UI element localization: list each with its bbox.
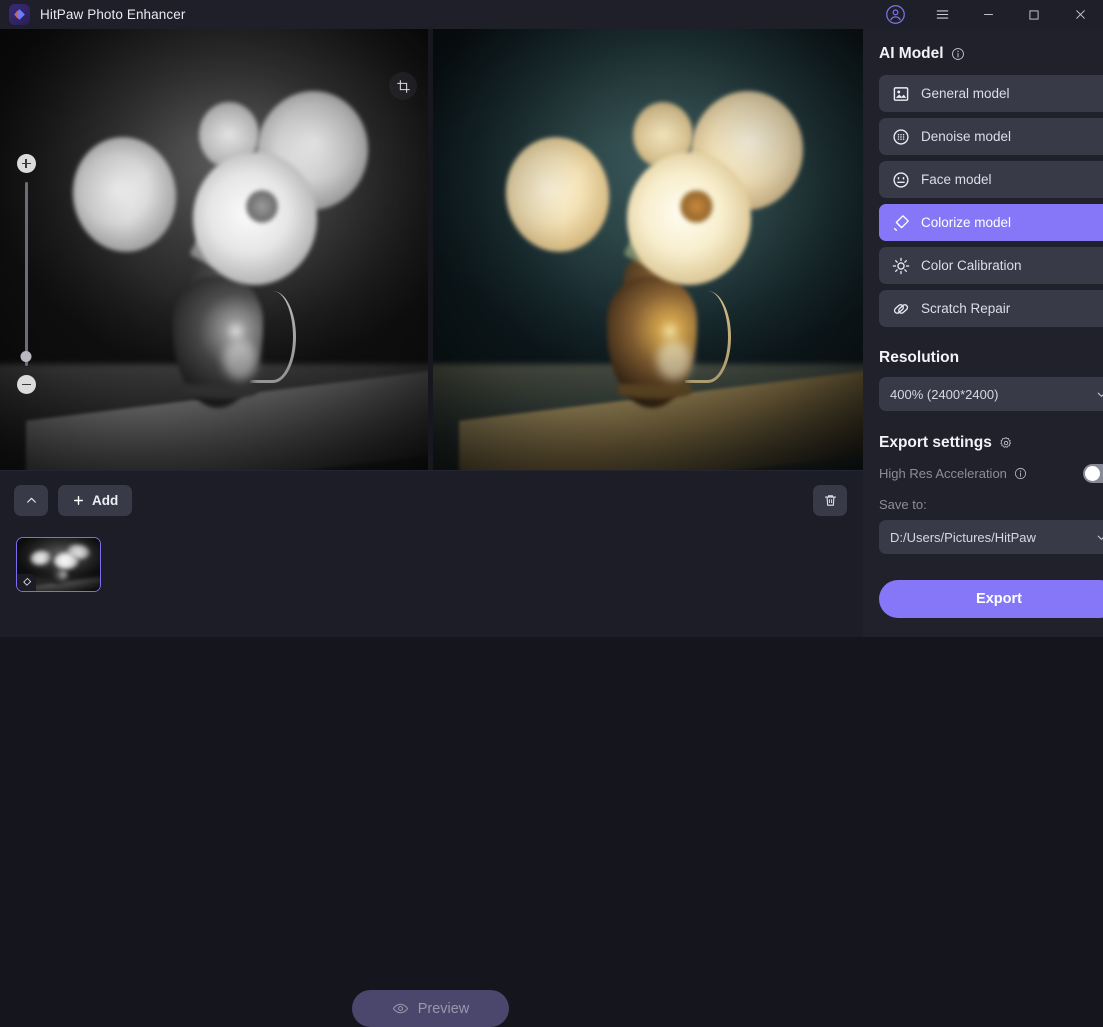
gear-icon[interactable]: [999, 436, 1013, 450]
original-image-pane[interactable]: [0, 29, 428, 470]
export-button-label: Export: [976, 591, 1022, 607]
bottom-toolbar: Add Preview: [0, 470, 863, 1027]
result-image-pane[interactable]: [433, 29, 863, 470]
preview-button[interactable]: Preview: [352, 990, 509, 1027]
resolution-heading: Resolution: [879, 349, 1103, 367]
chevron-up-icon[interactable]: [14, 485, 48, 516]
app-window: HitPaw Photo Enhancer Add Preview AI Mod…: [0, 0, 1103, 1027]
export-button[interactable]: Export: [879, 580, 1103, 618]
colorize-icon: [891, 213, 910, 232]
main-body: Add Preview AI Model General model Denoi…: [0, 29, 1103, 1027]
export-settings-heading: Export settings: [879, 434, 1103, 452]
maximize-icon[interactable]: [1011, 0, 1057, 29]
crop-icon[interactable]: [389, 72, 417, 100]
colorized-photo: [433, 29, 863, 470]
export-settings-title: Export settings: [879, 434, 992, 451]
face-icon: [891, 170, 910, 189]
resolution-value: 400% (2400*2400): [890, 386, 999, 402]
zoom-slider-track[interactable]: [20, 182, 32, 366]
model-option-color-calibration[interactable]: Color Calibration: [879, 247, 1103, 284]
right-sidebar: AI Model General model Denoise model Fac…: [863, 29, 1103, 637]
colorize-badge-icon: [17, 574, 36, 591]
resolution-title: Resolution: [879, 349, 960, 366]
title-bar: HitPaw Photo Enhancer: [0, 0, 1103, 29]
info-icon[interactable]: [951, 47, 965, 61]
model-option-label: Denoise model: [921, 129, 1012, 144]
filmstrip: [0, 530, 863, 637]
close-icon[interactable]: [1057, 0, 1103, 29]
ai-model-title: AI Model: [879, 45, 944, 62]
model-option-general[interactable]: General model: [879, 75, 1103, 112]
minimize-icon[interactable]: [965, 0, 1011, 29]
account-circle-icon[interactable]: [871, 0, 919, 29]
model-option-face[interactable]: Face model: [879, 161, 1103, 198]
chevron-down-icon: [1095, 388, 1103, 401]
zoom-slider-handle[interactable]: [20, 351, 32, 362]
info-icon[interactable]: [1014, 467, 1027, 480]
ai-model-heading: AI Model: [879, 45, 1103, 63]
model-option-label: Face model: [921, 172, 992, 187]
model-option-colorize[interactable]: Colorize model: [879, 204, 1103, 241]
list-item[interactable]: [16, 537, 101, 592]
model-option-label: Color Calibration: [921, 258, 1022, 273]
model-option-label: General model: [921, 86, 1010, 101]
chevron-down-icon: [1095, 531, 1103, 544]
add-button-label: Add: [92, 493, 119, 508]
plus-icon: [72, 494, 85, 507]
high-res-acceleration-toggle[interactable]: [1083, 464, 1103, 483]
resolution-select[interactable]: 400% (2400*2400): [879, 377, 1103, 411]
zoom-out-icon[interactable]: [16, 375, 36, 394]
original-grayscale-photo: [0, 29, 428, 470]
zoom-slider[interactable]: [16, 154, 36, 394]
hitpaw-logo-icon: [9, 4, 30, 25]
toggle-knob: [1085, 466, 1100, 481]
eye-icon: [392, 1000, 409, 1017]
hamburger-menu-icon[interactable]: [919, 0, 965, 29]
model-option-denoise[interactable]: Denoise model: [879, 118, 1103, 155]
zoom-in-icon[interactable]: [16, 154, 36, 173]
high-res-acceleration-row: High Res Acceleration: [879, 464, 1103, 483]
save-to-path: D:/Users/Pictures/HitPaw: [890, 529, 1036, 545]
high-res-acceleration-label: High Res Acceleration: [879, 466, 1007, 481]
denoise-grid-icon: [891, 127, 910, 146]
image-icon: [891, 84, 910, 103]
preview-button-label: Preview: [417, 1000, 470, 1017]
window-controls: [871, 0, 1103, 29]
model-option-label: Colorize model: [921, 215, 1012, 230]
trash-icon: [823, 493, 838, 508]
preview-area: [0, 29, 863, 470]
save-to-label: Save to:: [879, 497, 927, 512]
model-option-scratch-repair[interactable]: Scratch Repair: [879, 290, 1103, 327]
add-button[interactable]: Add: [58, 485, 133, 516]
delete-button[interactable]: [813, 485, 847, 516]
model-option-label: Scratch Repair: [921, 301, 1011, 316]
ai-model-list: General model Denoise model Face model C…: [879, 75, 1103, 327]
brightness-icon: [891, 256, 910, 275]
save-to-select[interactable]: D:/Users/Pictures/HitPaw: [879, 520, 1103, 554]
app-title: HitPaw Photo Enhancer: [40, 7, 186, 22]
scratch-repair-icon: [891, 299, 910, 318]
editor-column: Add Preview: [0, 29, 863, 1027]
